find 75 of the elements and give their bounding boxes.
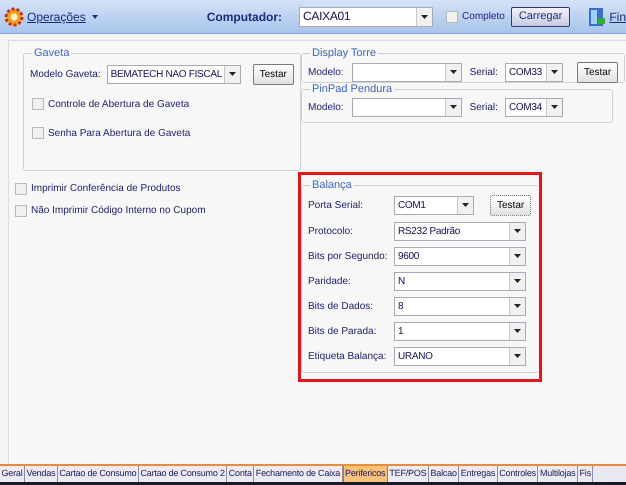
test-button[interactable]: Testar <box>490 194 532 216</box>
tab[interactable]: Cartao de Consumo <box>58 466 139 482</box>
tab[interactable]: Perifericos <box>342 466 388 482</box>
dropdown-field[interactable] <box>352 98 462 116</box>
field-label: Paridade: <box>308 274 352 288</box>
dropdown-field[interactable]: CAIXA01 <box>299 6 434 26</box>
tab[interactable]: Conta <box>227 466 254 482</box>
checkbox-label: Imprimir Conferência de Produtos <box>31 182 181 196</box>
field-label: Modelo: <box>308 66 344 80</box>
operations-menu[interactable]: Operações <box>4 6 98 26</box>
group-title: Balança <box>311 178 353 193</box>
tab[interactable]: TEF/POS <box>388 466 429 482</box>
dropdown-arrow-icon <box>450 70 457 74</box>
group-title: PinPad Pendura <box>311 82 394 97</box>
dropdown-field[interactable]: COM1 <box>394 196 474 214</box>
dropdown-field[interactable]: COM33 <box>504 62 563 82</box>
tab[interactable]: Balcao <box>428 466 460 482</box>
dropdown-field[interactable]: BEMATECH NAO FISCAL <box>106 64 241 84</box>
checkbox-label: Controle de Abertura de Gaveta <box>48 98 190 112</box>
dropdown-arrow-icon <box>514 229 521 233</box>
dropdown-arrow-icon <box>462 203 469 207</box>
dropdown-arrow-icon <box>514 354 521 358</box>
tab[interactable]: Vendas <box>25 466 58 482</box>
dropdown-arrow-icon <box>514 304 521 308</box>
caret-icon <box>92 14 98 18</box>
dropdown-field[interactable]: COM34 <box>504 98 563 116</box>
checkbox-label: Senha Para Abertura de Gaveta <box>48 126 190 140</box>
load-button[interactable]: Carregar <box>510 6 570 26</box>
door-icon <box>588 6 606 26</box>
field-label: Modelo Gaveta: <box>30 68 101 82</box>
dropdown-field[interactable]: RS232 Padrão <box>394 222 526 240</box>
tab[interactable]: Controles <box>498 466 538 482</box>
field-label: Serial: <box>470 100 498 114</box>
dropdown-arrow-icon <box>228 72 236 76</box>
field-label: Protocolo: <box>308 224 354 238</box>
tab[interactable]: Geral <box>0 466 26 482</box>
checkbox[interactable] <box>15 182 27 194</box>
checkbox[interactable] <box>15 204 27 216</box>
field-label: Modelo: <box>308 100 344 114</box>
dropdown-arrow-icon <box>550 105 558 109</box>
tab[interactable]: Fis <box>578 466 594 482</box>
field-label: Bits de Parada: <box>308 324 378 338</box>
dropdown-field[interactable]: N <box>394 272 526 290</box>
dropdown-field[interactable]: 9600 <box>394 246 526 266</box>
dropdown-arrow-icon <box>514 254 521 258</box>
field-label: Porta Serial: <box>308 198 364 212</box>
dropdown-field[interactable] <box>352 62 462 82</box>
dropdown-arrow-icon <box>514 279 521 283</box>
dropdown-field[interactable]: URANO <box>394 346 526 366</box>
tab[interactable]: Entregas <box>459 466 498 482</box>
tab[interactable]: Multilojas <box>538 466 578 482</box>
test-button[interactable]: Testar <box>576 62 618 82</box>
group-title: Display Torre <box>311 46 377 61</box>
field-label: Bits por Segundo: <box>308 250 388 264</box>
test-button[interactable]: Testar <box>252 64 294 84</box>
dropdown-arrow-icon <box>550 70 558 74</box>
field-label: Bits de Dados: <box>308 300 374 314</box>
field-label: Serial: <box>470 66 498 80</box>
checkbox-label: Completo <box>462 10 505 24</box>
dropdown-arrow-icon <box>450 105 457 109</box>
dropdown-field[interactable]: 1 <box>394 322 526 340</box>
dropdown-arrow-icon <box>421 14 428 18</box>
checkbox[interactable] <box>32 98 44 110</box>
computer-label: Computador: <box>206 8 282 26</box>
gear-icon <box>4 6 24 26</box>
group-title: Gaveta <box>33 46 70 61</box>
exit-button[interactable]: Fin <box>588 6 626 26</box>
checkbox-label: Não Imprimir Código Interno no Cupom <box>31 204 206 218</box>
tab[interactable]: Cartao de Consumo 2 <box>139 466 228 482</box>
checkbox[interactable] <box>32 127 44 139</box>
field-label: Etiqueta Balança: <box>308 350 388 364</box>
dropdown-arrow-icon <box>514 329 521 333</box>
checkbox[interactable] <box>446 10 458 22</box>
dropdown-field[interactable]: 8 <box>394 296 526 316</box>
tab[interactable]: Fechamento de Caixa <box>254 466 343 482</box>
